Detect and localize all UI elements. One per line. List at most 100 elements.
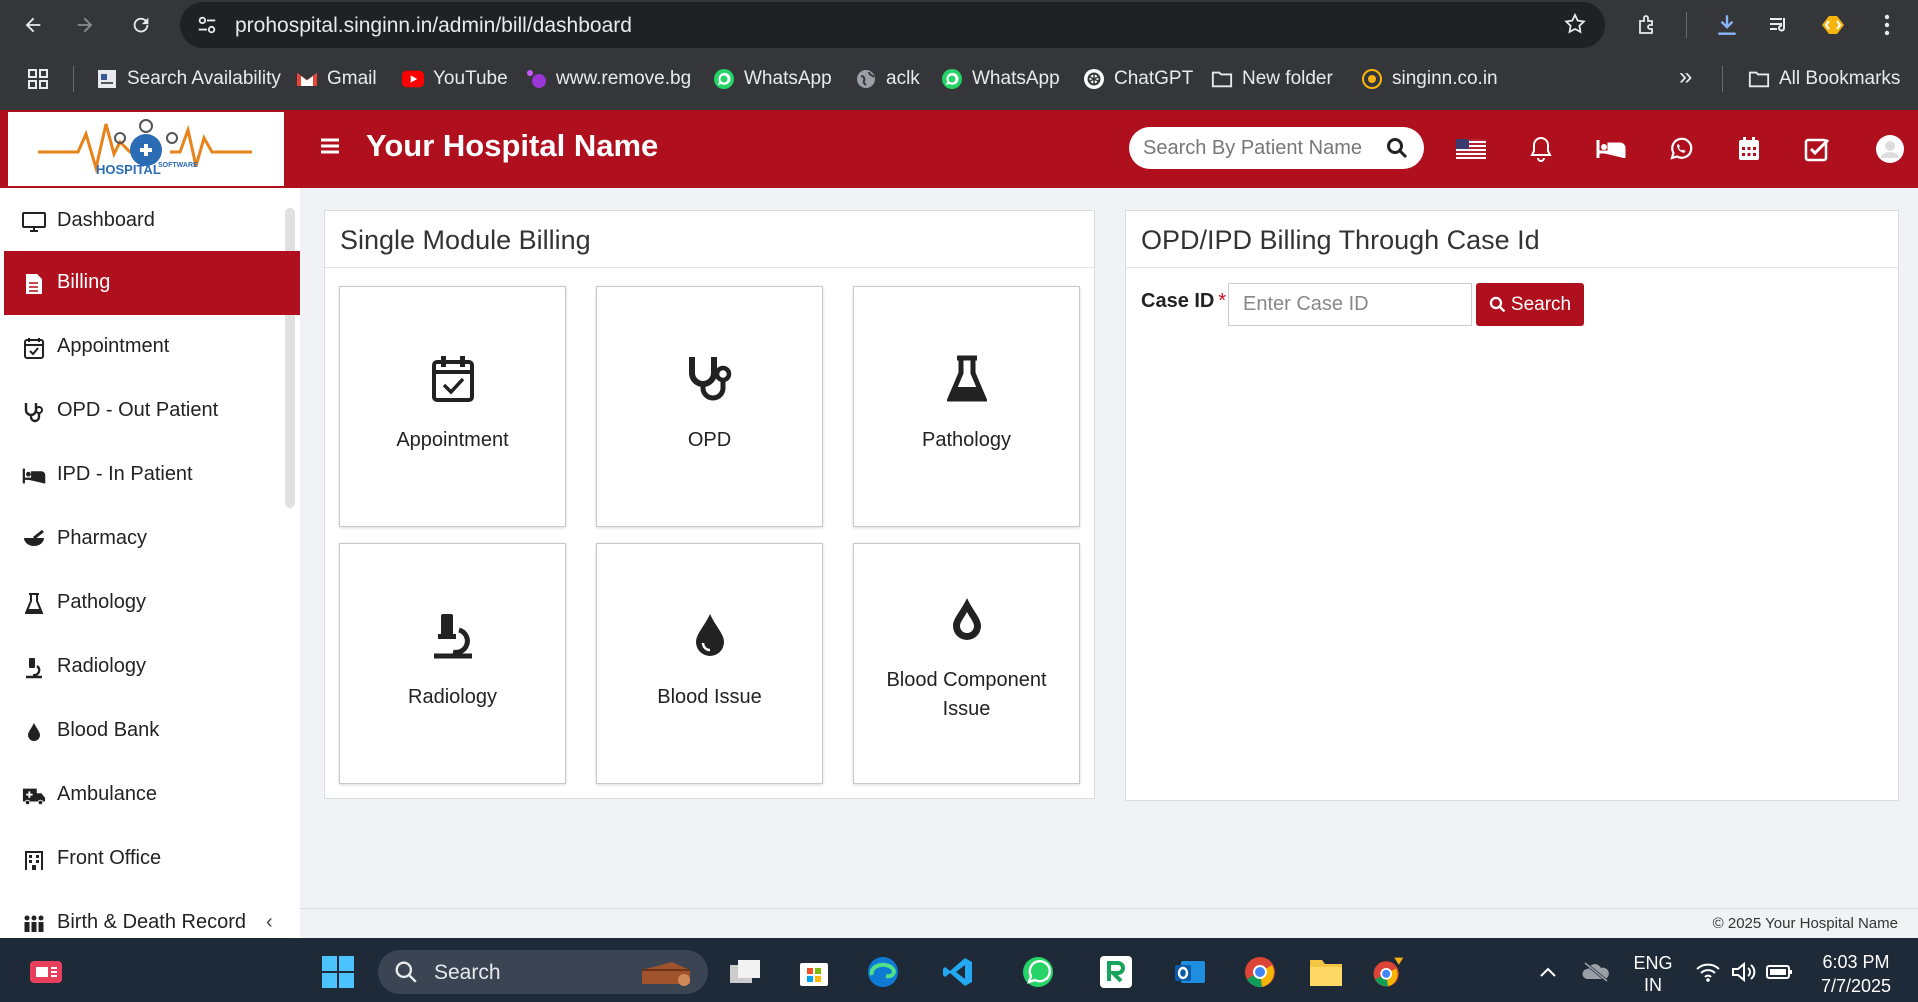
bell-icon[interactable] [1525, 134, 1557, 164]
bookmark-aclk[interactable]: aclk [855, 66, 920, 92]
svg-text:SOFTWARE: SOFTWARE [158, 162, 198, 169]
bookmark-star-icon[interactable] [1563, 12, 1587, 36]
sidebar-item-pathology[interactable]: Pathology [4, 571, 300, 635]
battery-icon[interactable] [1762, 954, 1798, 990]
tile-opd[interactable]: OPD [596, 286, 823, 527]
clock[interactable]: 6:03 PM 7/7/2025 [1806, 950, 1906, 998]
tile-label: Blood Component Issue [886, 669, 1047, 720]
tile-appointment[interactable]: Appointment [339, 286, 566, 527]
single-module-billing-panel: Single Module Billing Appointment OPD Pa… [324, 210, 1095, 799]
rapid-app-icon[interactable] [1098, 954, 1134, 990]
all-bookmarks-button[interactable]: All Bookmarks [1748, 66, 1900, 92]
forward-arrow-icon [77, 17, 93, 33]
microscope-icon [430, 612, 476, 660]
tile-blood-issue[interactable]: Blood Issue [596, 543, 823, 784]
microsoft-store-icon[interactable] [796, 954, 832, 990]
bookmark-chatgpt[interactable]: ChatGPT [1083, 66, 1193, 92]
chevron-left-icon[interactable]: ‹ [266, 911, 273, 934]
tile-blood-component-issue[interactable]: Blood Component Issue [853, 543, 1080, 784]
sidebar-item-birth-death[interactable]: Birth & Death Record ‹ [4, 891, 300, 938]
volume-icon[interactable] [1726, 954, 1762, 990]
user-avatar[interactable] [1874, 134, 1906, 164]
bed-icon[interactable] [1595, 134, 1627, 164]
chrome-profile-icon[interactable] [1370, 954, 1406, 990]
bookmark-new-folder[interactable]: New folder [1211, 66, 1333, 92]
browser-menu-icon[interactable] [1872, 10, 1902, 40]
media-control-icon[interactable] [1764, 10, 1794, 40]
tile-label: Radiology [408, 686, 497, 708]
bookmark-whatsapp-1[interactable]: WhatsApp [713, 66, 832, 92]
widgets-icon[interactable] [28, 954, 64, 990]
vscode-icon[interactable] [940, 954, 976, 990]
folder-icon [1211, 68, 1233, 90]
us-flag-icon[interactable] [1455, 134, 1487, 164]
address-bar[interactable]: prohospital.singinn.in/admin/bill/dashbo… [180, 2, 1605, 48]
tile-label: OPD [687, 429, 732, 451]
building-icon [22, 848, 46, 872]
page-icon [96, 68, 118, 90]
chatgpt-icon [1083, 68, 1105, 90]
whatsapp-app-icon[interactable] [1020, 954, 1056, 990]
case-id-label: Case ID * [1141, 290, 1227, 312]
site-settings-icon[interactable] [196, 14, 218, 36]
case-search-button[interactable]: Search [1476, 283, 1584, 326]
sidebar-item-label: Pharmacy [57, 527, 148, 549]
tile-pathology[interactable]: Pathology [853, 286, 1080, 527]
forward-button[interactable] [70, 10, 100, 40]
reload-button[interactable] [126, 10, 156, 40]
language-indicator[interactable]: ENG IN [1628, 952, 1678, 996]
bookmark-whatsapp-2[interactable]: WhatsApp [941, 66, 1060, 92]
outlook-icon[interactable] [1172, 954, 1208, 990]
bed-icon [22, 464, 46, 488]
chrome-icon[interactable] [1242, 954, 1278, 990]
sidebar-item-label: Radiology [57, 655, 146, 677]
calendar-icon[interactable] [1733, 134, 1765, 164]
sidebar-item-ambulance[interactable]: Ambulance [4, 763, 300, 827]
apps-grid-icon[interactable] [27, 66, 49, 92]
bookmark-youtube[interactable]: YouTube [402, 66, 508, 92]
task-view-icon[interactable] [727, 954, 763, 990]
sidebar-item-billing[interactable]: Billing [4, 251, 300, 315]
whatsapp-icon[interactable] [1665, 134, 1697, 164]
extensions-icon[interactable] [1632, 10, 1662, 40]
sidebar-item-label: Ambulance [57, 783, 158, 805]
sidebar-item-blood-bank[interactable]: Blood Bank [4, 699, 300, 763]
hospital-logo[interactable]: HOSPITAL SOFTWARE [8, 112, 284, 186]
download-icon[interactable] [1712, 10, 1742, 40]
sidebar-item-radiology[interactable]: Radiology [4, 635, 300, 699]
bookmarks-overflow-button[interactable]: » [1679, 63, 1692, 90]
edge-browser-icon[interactable] [865, 954, 901, 990]
sidebar-item-front-office[interactable]: Front Office [4, 827, 300, 891]
taskbar-search-box[interactable]: Search [378, 950, 708, 994]
menu-toggle-icon[interactable] [318, 134, 342, 158]
sidebar-item-opd[interactable]: OPD - Out Patient [4, 379, 300, 443]
sidebar-item-pharmacy[interactable]: Pharmacy [4, 507, 300, 571]
start-windows-icon[interactable] [320, 954, 356, 990]
sidebar-item-ipd[interactable]: IPD - In Patient [4, 443, 300, 507]
youtube-icon [402, 68, 424, 90]
tile-radiology[interactable]: Radiology [339, 543, 566, 784]
bookmark-search-availability[interactable]: Search Availability [96, 66, 281, 92]
bookmark-removebg[interactable]: www.remove.bg [525, 66, 691, 92]
file-explorer-icon[interactable] [1308, 954, 1344, 990]
back-button[interactable] [18, 10, 48, 40]
sidebar-item-dashboard[interactable]: Dashboard [4, 189, 300, 253]
task-check-icon[interactable] [1801, 134, 1833, 164]
extension-logo-icon[interactable] [1818, 10, 1848, 40]
bookmark-gmail[interactable]: Gmail [296, 66, 377, 92]
search-icon[interactable] [1386, 137, 1408, 159]
sidebar-item-label: Appointment [57, 335, 170, 357]
case-id-input[interactable] [1228, 283, 1472, 326]
search-button-label: Search [1510, 293, 1572, 315]
sidebar-item-label: Pathology [57, 591, 146, 613]
bookmark-singinn[interactable]: singinn.co.in [1361, 66, 1498, 92]
onedrive-icon[interactable] [1578, 954, 1614, 990]
billing-icon [22, 272, 46, 296]
tray-chevron-up-icon[interactable] [1530, 954, 1566, 990]
patient-search-input[interactable] [1143, 135, 1373, 161]
sidebar-item-appointment[interactable]: Appointment [4, 315, 300, 379]
url-text[interactable]: prohospital.singinn.in/admin/bill/dashbo… [235, 14, 632, 38]
back-arrow-icon [25, 17, 41, 33]
search-icon [1489, 296, 1506, 313]
wifi-icon[interactable] [1690, 954, 1726, 990]
